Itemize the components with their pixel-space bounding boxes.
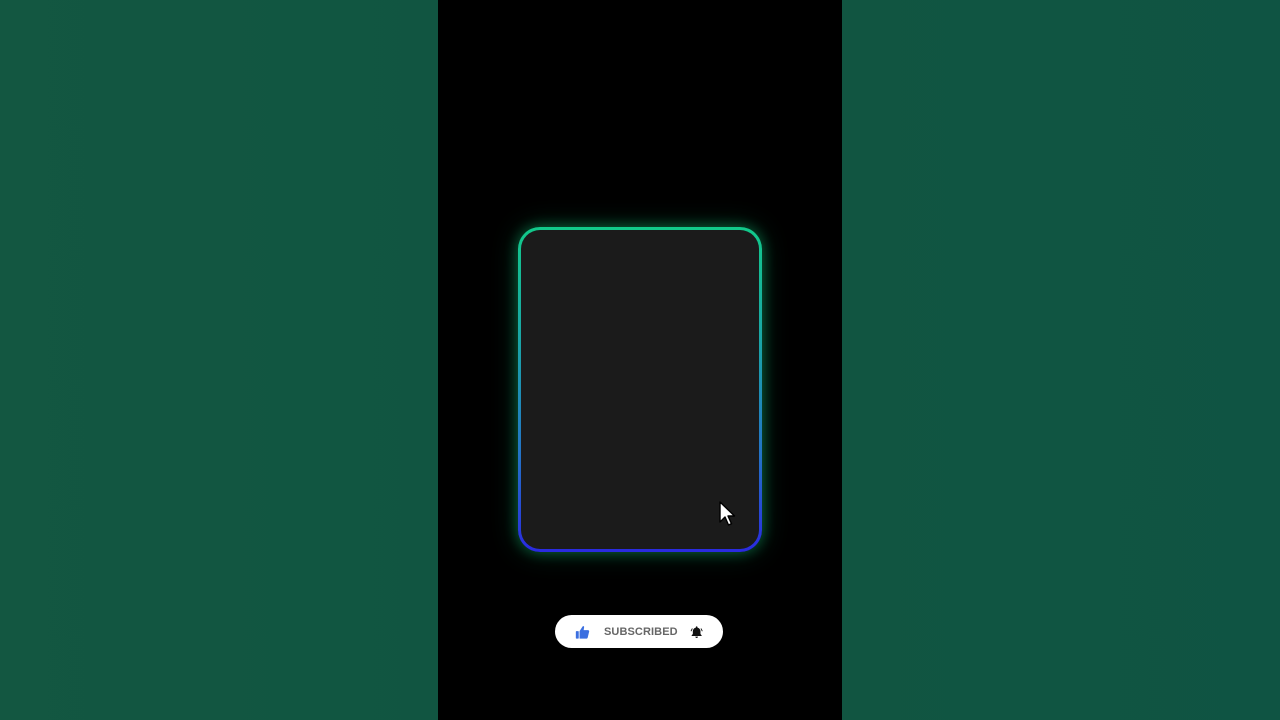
thumbs-up-icon[interactable] bbox=[575, 623, 590, 641]
left-blurred-background bbox=[0, 0, 438, 720]
subscribed-label: SUBSCRIBED bbox=[603, 625, 678, 638]
right-blurred-background bbox=[842, 0, 1280, 720]
video-frame: SUBSCRIBED bbox=[0, 0, 1280, 720]
mouse-cursor-icon bbox=[719, 501, 736, 526]
bell-icon[interactable] bbox=[690, 624, 703, 640]
subscribed-button[interactable]: SUBSCRIBED bbox=[555, 615, 723, 648]
